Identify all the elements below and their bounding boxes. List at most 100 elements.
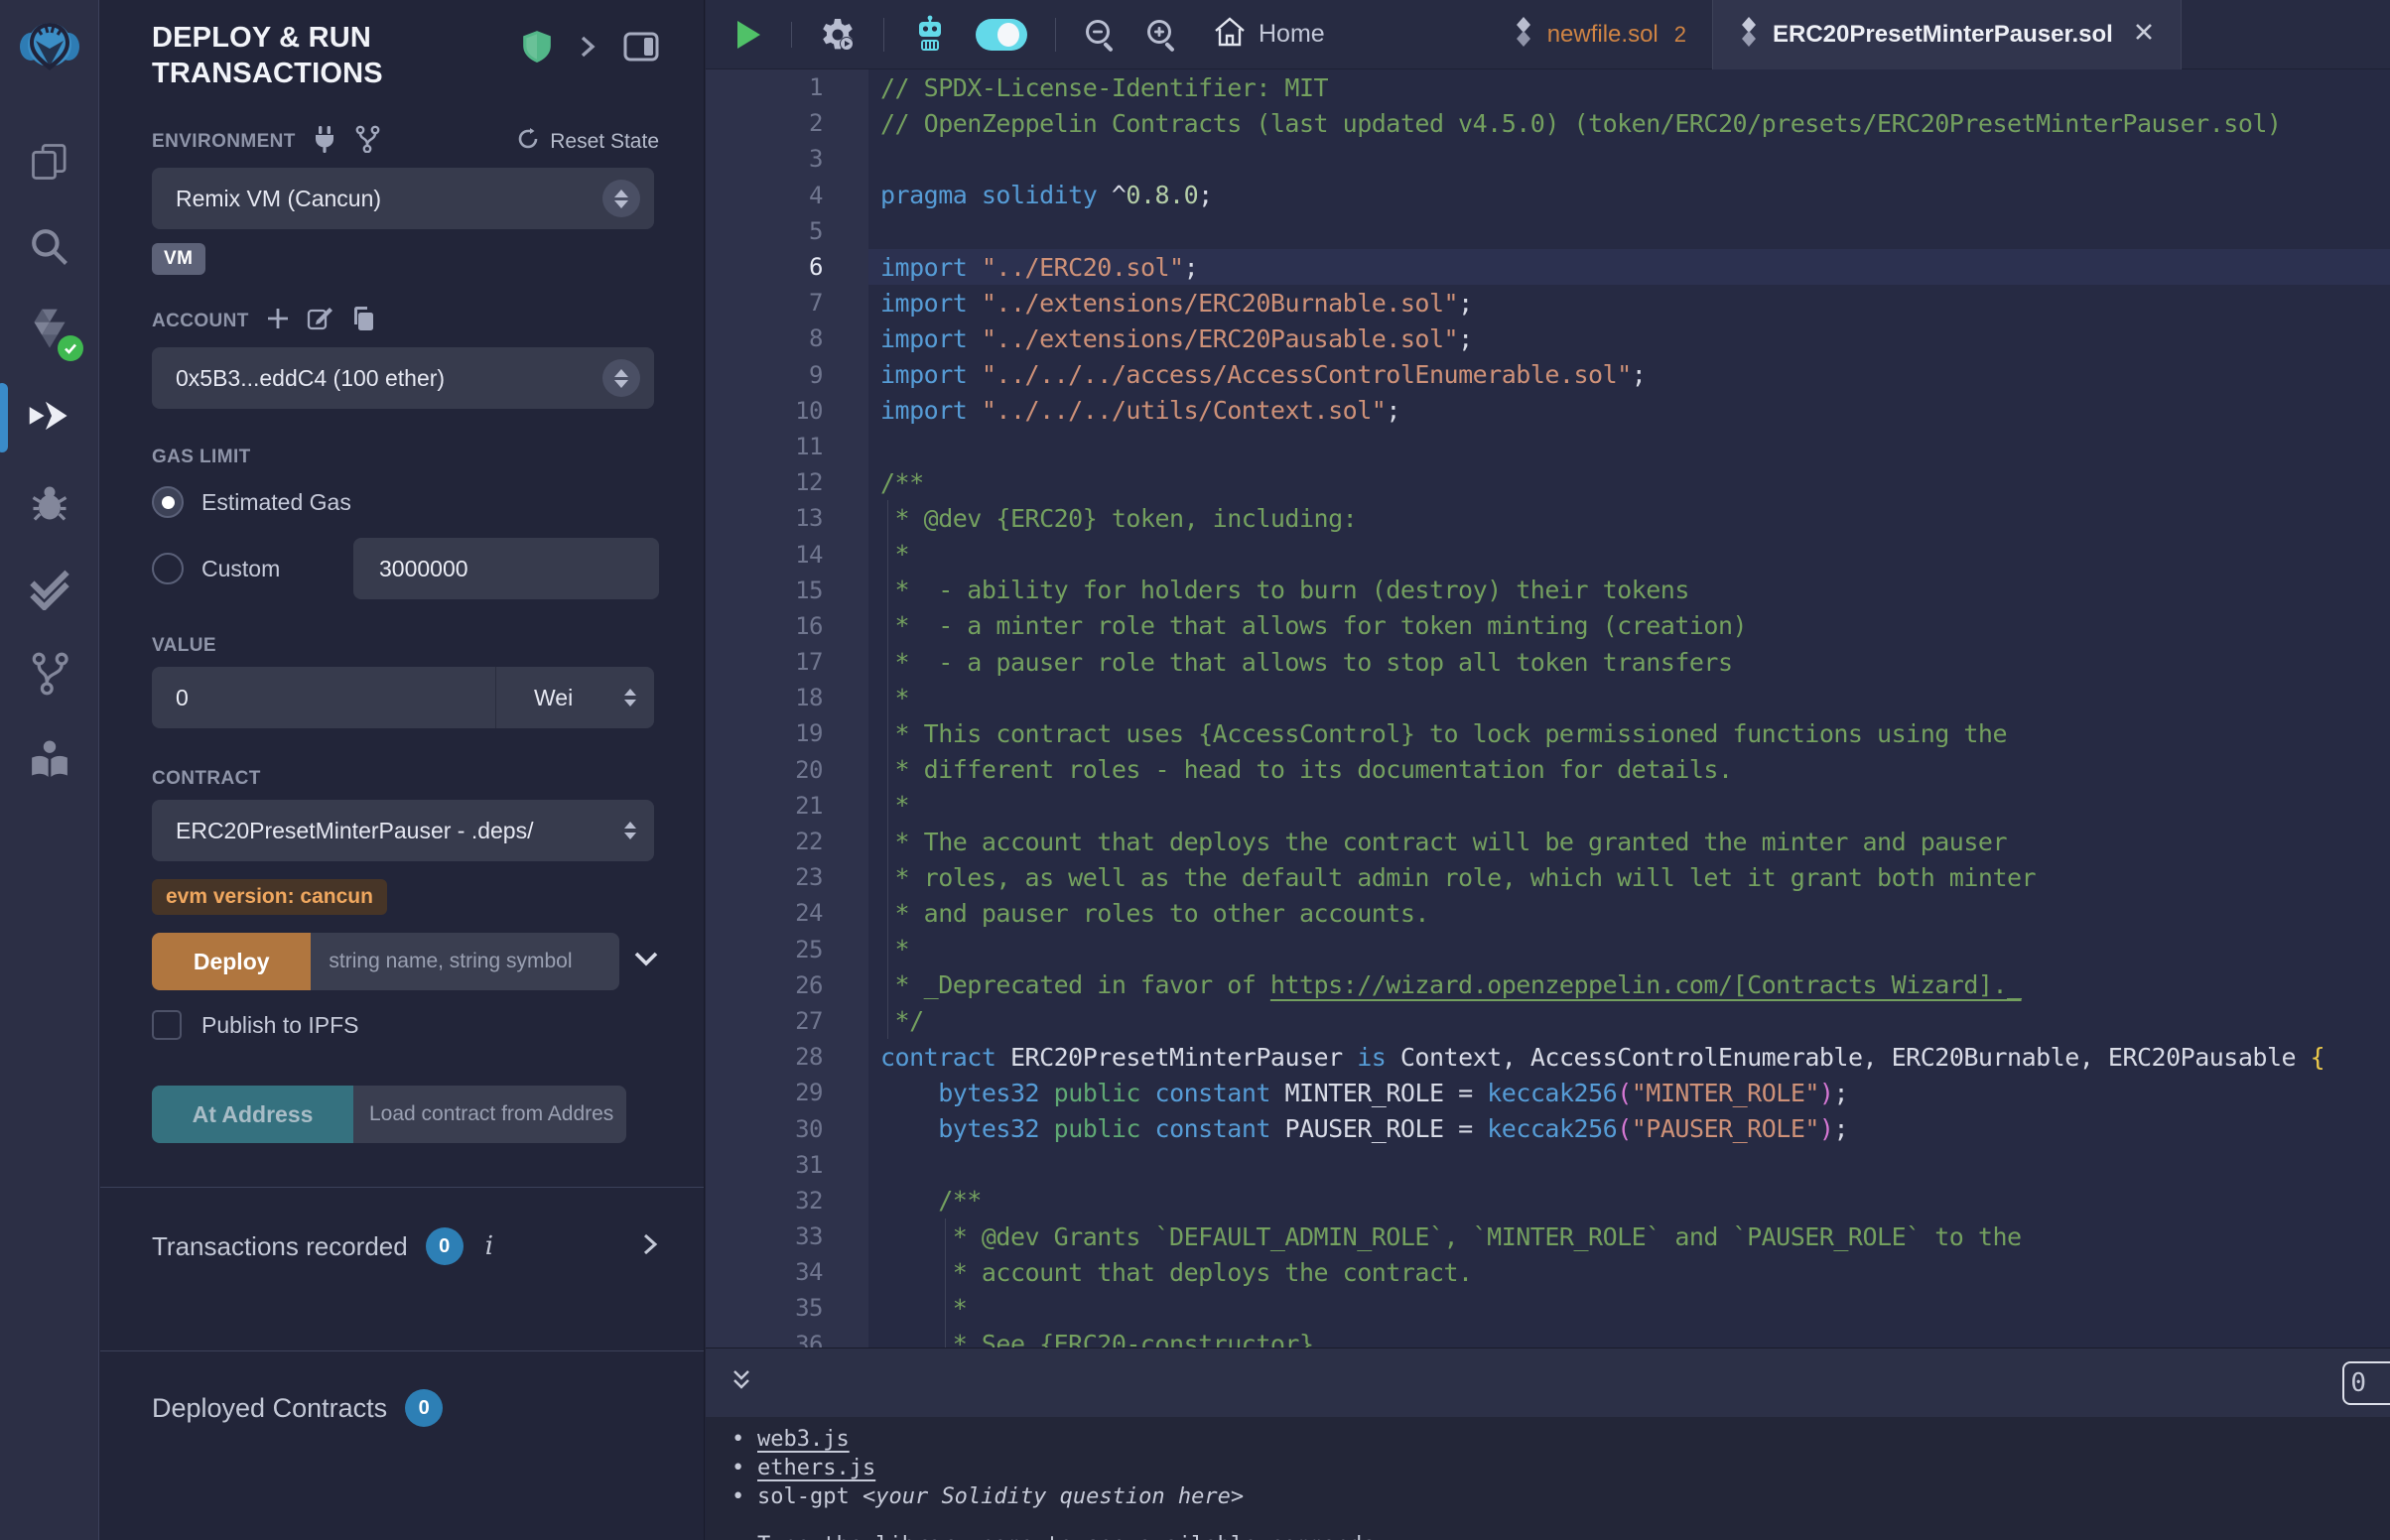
deploy-run-panel: DEPLOY & RUN TRANSACTIONS bbox=[100, 0, 705, 1540]
terminal-line: •web3.js bbox=[731, 1425, 2390, 1454]
pin-panel-icon[interactable] bbox=[623, 31, 659, 67]
code-line: 25 * bbox=[706, 932, 2390, 967]
contract-arrows-icon bbox=[624, 822, 636, 839]
value-unit-select[interactable]: Wei bbox=[495, 667, 654, 728]
git-branch-icon bbox=[28, 651, 71, 697]
chevron-right-icon[interactable] bbox=[578, 32, 598, 66]
fork-environment-icon[interactable] bbox=[353, 125, 381, 158]
at-address-input[interactable]: Load contract from Addres bbox=[353, 1086, 626, 1143]
copy-account-icon[interactable] bbox=[350, 305, 376, 337]
code-line: 7import "../extensions/ERC20Burnable.sol… bbox=[706, 285, 2390, 321]
select-arrows-icon bbox=[602, 180, 640, 217]
terminal[interactable]: •web3.js•ethers.js•sol-gpt <your Solidit… bbox=[706, 1417, 2390, 1540]
code-line: 16 * - a minter role that allows for tok… bbox=[706, 608, 2390, 644]
select-arrows-icon bbox=[602, 359, 640, 397]
solidity-file-icon bbox=[1739, 17, 1759, 52]
transactions-count-badge: 0 bbox=[426, 1227, 464, 1265]
terminal-text: <your Solidity question here> bbox=[863, 1484, 1244, 1509]
remix-ai-robot-icon[interactable] bbox=[898, 0, 962, 69]
home-icon bbox=[1213, 16, 1247, 53]
active-indicator bbox=[0, 383, 8, 452]
run-script-button[interactable] bbox=[720, 0, 777, 69]
bug-icon bbox=[28, 481, 71, 525]
zoom-out-icon[interactable] bbox=[1070, 0, 1131, 69]
code-line: 35 * bbox=[706, 1290, 2390, 1326]
sidebar-item-debugger[interactable] bbox=[0, 460, 99, 546]
estimated-gas-radio[interactable] bbox=[152, 486, 184, 518]
code-line: 27 */ bbox=[706, 1003, 2390, 1039]
tab-label: ERC20PresetMinterPauser.sol bbox=[1773, 21, 2113, 49]
expand-transactions-icon[interactable] bbox=[641, 1231, 659, 1262]
environment-label: ENVIRONMENT bbox=[152, 131, 296, 153]
environment-select[interactable]: Remix VM (Cancun) bbox=[152, 168, 654, 229]
account-label: ACCOUNT bbox=[152, 311, 249, 332]
sidebar-item-source-control[interactable] bbox=[0, 631, 99, 716]
sidebar-item-deploy-run[interactable] bbox=[0, 375, 99, 460]
terminal-link[interactable]: ethers.js bbox=[757, 1456, 875, 1480]
code-line: 14 * bbox=[706, 536, 2390, 572]
remix-ide-window: DEPLOY & RUN TRANSACTIONS bbox=[0, 0, 2390, 1540]
environment-value: Remix VM (Cancun) bbox=[176, 186, 381, 212]
value-input[interactable]: 0 bbox=[152, 685, 495, 711]
reset-state-button[interactable]: Reset State bbox=[516, 127, 659, 157]
tab-erc20presetminterpauser[interactable]: ERC20PresetMinterPauser.sol bbox=[1712, 0, 2182, 69]
ai-copilot-toggle[interactable] bbox=[962, 0, 1041, 69]
zoom-in-icon[interactable] bbox=[1131, 0, 1193, 69]
code-line: 3 bbox=[706, 141, 2390, 177]
code-editor[interactable]: 1// SPDX-License-Identifier: MIT2// Open… bbox=[706, 69, 2390, 1348]
code-line: 12/** bbox=[706, 464, 2390, 500]
transactions-recorded-row[interactable]: Transactions recorded 0 i bbox=[100, 1188, 704, 1307]
plug-icon[interactable] bbox=[312, 125, 337, 158]
file-explorer-icon bbox=[28, 140, 71, 184]
add-account-icon[interactable] bbox=[265, 306, 291, 336]
bullet: • bbox=[731, 1427, 757, 1452]
sidebar-item-plugin-learneth[interactable] bbox=[0, 716, 99, 802]
divider bbox=[1055, 18, 1056, 52]
code-line: 24 * and pauser roles to other accounts. bbox=[706, 895, 2390, 931]
constructor-args-input[interactable]: string name, string symbol bbox=[311, 933, 619, 990]
bullet: • bbox=[731, 1484, 757, 1509]
expand-terminal-icon[interactable] bbox=[730, 1365, 753, 1400]
custom-gas-input[interactable]: 3000000 bbox=[353, 538, 659, 599]
terminal-link[interactable]: web3.js bbox=[757, 1427, 850, 1452]
terminal-line: •sol-gpt <your Solidity question here> bbox=[731, 1482, 2390, 1511]
sidebar-item-solidity-compiler[interactable] bbox=[0, 290, 99, 375]
terminal-search-box[interactable] bbox=[2342, 1361, 2390, 1405]
book-reader-icon bbox=[28, 737, 71, 781]
publish-ipfs-checkbox[interactable] bbox=[152, 1010, 182, 1040]
home-tab[interactable]: Home bbox=[1193, 0, 1339, 69]
sidebar-item-unit-testing[interactable] bbox=[0, 546, 99, 631]
double-check-icon bbox=[27, 567, 72, 610]
script-config-gear-icon[interactable] bbox=[806, 0, 869, 69]
terminal-line: •ethers.js bbox=[731, 1454, 2390, 1482]
sidebar-item-search[interactable] bbox=[0, 204, 99, 290]
deployed-contracts-label: Deployed Contracts bbox=[152, 1393, 387, 1424]
terminal-line bbox=[731, 1511, 2390, 1531]
tab-newfile[interactable]: newfile.sol 2 bbox=[1488, 0, 1712, 69]
sidebar-item-file-explorer[interactable] bbox=[0, 119, 99, 204]
reset-state-label: Reset State bbox=[550, 130, 659, 154]
account-select[interactable]: 0x5B3...eddC4 (100 ether) bbox=[152, 347, 654, 409]
at-address-button[interactable]: At Address bbox=[152, 1086, 353, 1143]
home-label: Home bbox=[1259, 20, 1325, 49]
remix-logo[interactable] bbox=[0, 0, 99, 95]
vm-badge: VM bbox=[152, 243, 205, 275]
custom-gas-radio[interactable] bbox=[152, 553, 184, 584]
deployed-count-badge: 0 bbox=[405, 1389, 443, 1427]
contract-select[interactable]: ERC20PresetMinterPauser - .deps/ bbox=[152, 800, 654, 861]
divider bbox=[883, 18, 884, 52]
expand-constructor-icon[interactable] bbox=[633, 951, 659, 973]
code-line: 17 * - a pauser role that allows to stop… bbox=[706, 644, 2390, 680]
sign-message-icon[interactable] bbox=[307, 305, 334, 337]
code-line: 9import "../../../access/AccessControlEn… bbox=[706, 357, 2390, 393]
code-line: 20 * different roles - head to its docum… bbox=[706, 752, 2390, 788]
bullet: • bbox=[731, 1456, 757, 1480]
code-line: 33 * @dev Grants `DEFAULT_ADMIN_ROLE`, `… bbox=[706, 1219, 2390, 1254]
value-label: VALUE bbox=[152, 635, 216, 657]
close-tab-icon[interactable] bbox=[2133, 21, 2155, 48]
deployed-contracts-row: Deployed Contracts 0 bbox=[100, 1351, 704, 1427]
tab-error-count: 2 bbox=[1674, 22, 1686, 48]
deploy-button[interactable]: Deploy bbox=[152, 933, 311, 990]
unit-arrows-icon bbox=[624, 689, 636, 706]
terminal-bar[interactable]: 0 bbox=[706, 1348, 2390, 1417]
